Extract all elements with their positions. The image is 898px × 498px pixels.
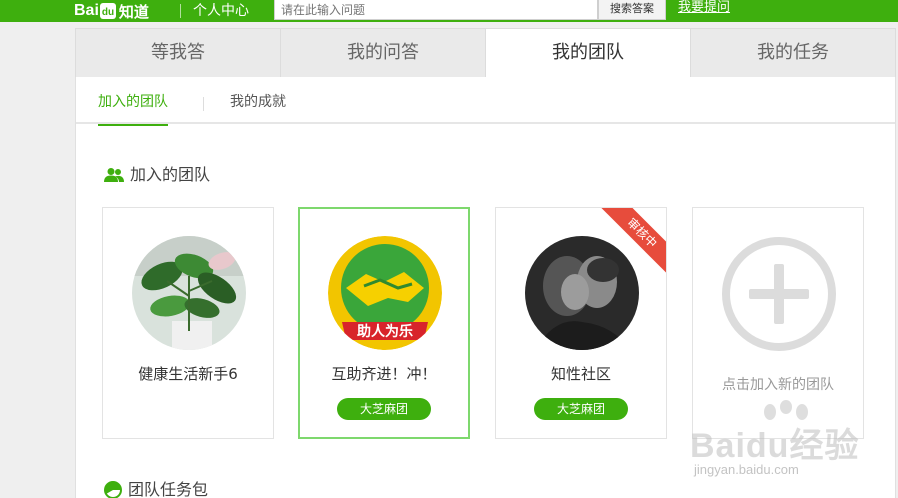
subtab-divider <box>203 97 204 111</box>
watermark-url: jingyan.baidu.com <box>694 462 799 477</box>
logo-divider <box>180 4 181 18</box>
search-input[interactable] <box>274 0 598 20</box>
tab-my-team[interactable]: 我的团队 <box>486 28 691 78</box>
join-new-team-label: 点击加入新的团队 <box>722 377 834 393</box>
sub-tabs: 加入的团队 我的成就 <box>76 77 895 126</box>
baidu-jingyan-watermark: Baidu经验 jingyan.baidu.com <box>690 400 860 490</box>
subtab-joined-teams[interactable]: 加入的团队 <box>98 77 168 126</box>
plant-image <box>132 236 246 350</box>
tab-my-tasks[interactable]: 我的任务 <box>691 28 896 78</box>
handshake-emblem: 助人为乐 <box>328 236 442 350</box>
tab-wait-answer[interactable]: 等我答 <box>75 28 281 78</box>
team-avatar-plant <box>132 236 246 350</box>
plus-circle-icon <box>722 237 836 351</box>
team-tasks-heading: 团队任务包 <box>104 479 208 498</box>
tab-my-qa[interactable]: 我的问答 <box>281 28 486 78</box>
team-card[interactable]: 助人为乐 互助齐进！冲！ 大芝麻团 <box>298 207 470 439</box>
team-avatar-photo <box>525 236 639 350</box>
team-card[interactable]: 审核中 知性社区 大芝麻团 <box>495 207 667 439</box>
subtab-achievements[interactable]: 我的成就 <box>230 77 286 124</box>
personal-center-title[interactable]: 个人中心 <box>193 0 249 22</box>
team-level-badge: 大芝麻团 <box>337 398 431 420</box>
team-card[interactable]: 健康生活新手6 <box>102 207 274 439</box>
team-level-badge: 大芝麻团 <box>534 398 628 420</box>
couple-photo <box>525 236 639 350</box>
team-icon <box>104 168 124 182</box>
logo-zhidao: 知道 <box>118 3 149 21</box>
emblem-text: 助人为乐 <box>357 323 413 340</box>
ask-question-link[interactable]: 我要提问 <box>678 0 730 20</box>
team-name: 知性社区 <box>550 365 611 383</box>
team-avatar-emblem: 助人为乐 <box>328 236 442 350</box>
top-bar: Bai du 知道 个人中心 搜索答案 我要提问 <box>0 0 898 22</box>
team-name: 健康生活新手6 <box>138 365 238 383</box>
baidu-zhidao-logo[interactable]: Bai du 知道 <box>74 0 149 22</box>
logo-text-bai: Bai <box>74 2 99 19</box>
team-tasks-title: 团队任务包 <box>128 480 209 498</box>
search-answer-button[interactable]: 搜索答案 <box>598 0 666 20</box>
pie-icon <box>104 481 122 498</box>
joined-teams-heading: 加入的团队 <box>104 164 210 186</box>
watermark-text: Baidu经验 <box>690 427 860 465</box>
team-name: 互助齐进！冲！ <box>331 365 437 383</box>
joined-teams-title: 加入的团队 <box>130 165 211 184</box>
logo-text-du: du <box>102 7 114 18</box>
main-tabs: 等我答 我的问答 我的团队 我的任务 <box>75 28 896 78</box>
paw-icon: du <box>99 3 116 19</box>
